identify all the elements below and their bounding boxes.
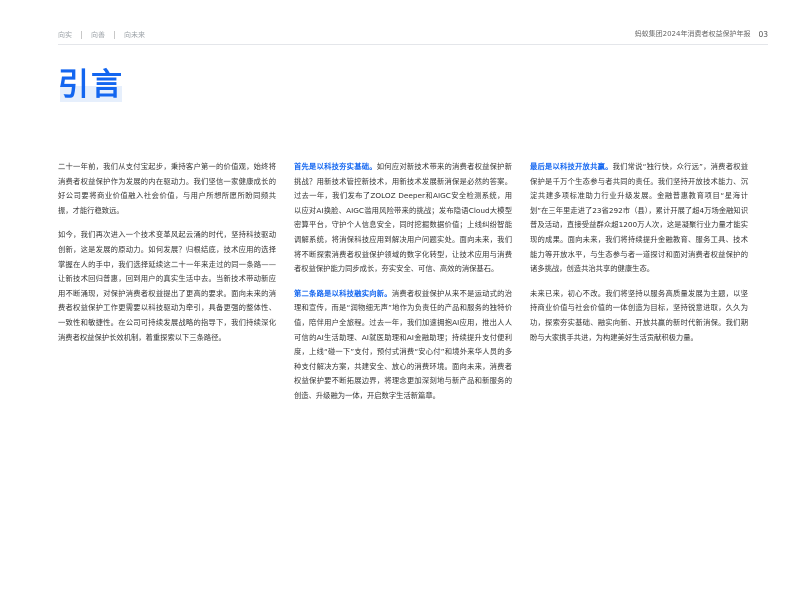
text-column-2: 首先是以科技夯实基础。如何应对新技术带来的消费者权益保护新挑战？用新技术管控新技… (294, 160, 512, 414)
report-title: 蚂蚁集团2024年消费者权益保护年报 (634, 30, 751, 38)
section-nav: 向实 向善 向未来 (58, 30, 145, 40)
page-number: 03 (758, 29, 768, 39)
nav-item-xiangshan[interactable]: 向善 (91, 30, 105, 40)
nav-divider (114, 31, 115, 39)
running-header: 蚂蚁集团2024年消费者权益保护年报 03 (635, 29, 768, 39)
nav-divider (81, 31, 82, 39)
text-column-3: 最后是以科技开放共赢。我们常说“独行快，众行远”，消费者权益保护是千万个生态参与… (530, 160, 748, 355)
paragraph: 最后是以科技开放共赢。我们常说“独行快，众行远”，消费者权益保护是千万个生态参与… (530, 160, 748, 277)
header-divider (58, 44, 768, 45)
paragraph: 首先是以科技夯实基础。如何应对新技术带来的消费者权益保护新挑战？用新技术管控新技… (294, 160, 512, 277)
paragraph-body: 我们常说“独行快，众行远”，消费者权益保护是千万个生态参与者共同的责任。我们坚持… (530, 162, 749, 274)
paragraph: 第二条路是以科技融实向新。消费者权益保护从来不是运动式的治理和宣传，而是“润物细… (294, 287, 512, 404)
paragraph: 二十一年前，我们从支付宝起步，秉持客户第一的价值观，始终将消费者权益保护作为发展… (58, 162, 276, 215)
nav-item-xiangshi[interactable]: 向实 (58, 30, 72, 40)
title-block: 引言 (58, 66, 124, 104)
nav-item-xiangweilai[interactable]: 向未来 (124, 30, 145, 40)
paragraph-lead: 最后是以科技开放共赢。 (530, 162, 613, 171)
paragraph-lead: 第二条路是以科技融实向新。 (294, 288, 392, 298)
page-title: 引言 (58, 67, 124, 103)
paragraph-body: 如何应对新技术带来的消费者权益保护新挑战？用新技术管控新技术，用新技术发展新消保… (294, 162, 513, 274)
paragraph: 未来已来，初心不改。我们将坚持以服务高质量发展为主题，以坚持商业价值与社会价值的… (530, 288, 748, 342)
paragraph: 如今，我们再次进入一个技术变革风起云涌的时代，坚持科技驱动创新，这是发展的原动力… (58, 230, 276, 342)
text-column-1: 二十一年前，我们从支付宝起步，秉持客户第一的价值观，始终将消费者权益保护作为发展… (58, 160, 276, 355)
paragraph-body: 消费者权益保护从来不是运动式的治理和宣传，而是“润物细无声”地作为负责任的产品和… (294, 288, 513, 400)
report-page: 向实 向善 向未来 蚂蚁集团2024年消费者权益保护年报 03 引言 二十一年前… (0, 0, 808, 596)
paragraph-lead: 首先是以科技夯实基础。 (294, 162, 377, 171)
